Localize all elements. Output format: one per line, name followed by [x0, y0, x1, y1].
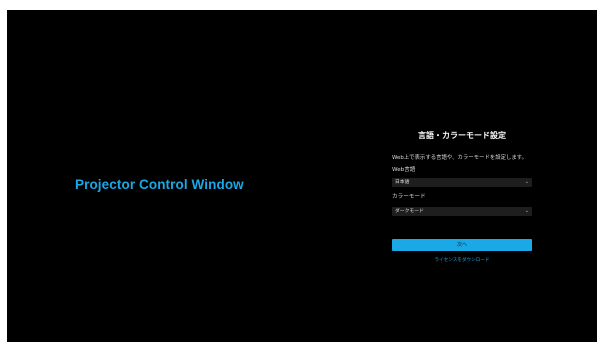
- language-select-value: 日本語: [395, 180, 410, 185]
- app-title: Projector Control Window: [75, 177, 244, 192]
- language-color-settings-panel: 言語・カラーモード設定 Web上で表示する言語や、カラーモードを設定します。 W…: [392, 130, 532, 265]
- color-mode-select-value: ダークモード: [395, 209, 424, 214]
- settings-title: 言語・カラーモード設定: [418, 131, 506, 140]
- app-screen: Projector Control Window 言語・カラーモード設定 Web…: [7, 10, 597, 342]
- language-select[interactable]: 日本語 ⌄: [392, 178, 532, 187]
- settings-description: Web上で表示する言語や、カラーモードを設定します。: [392, 155, 528, 161]
- chevron-down-icon: ⌄: [524, 179, 529, 185]
- color-mode-label: カラーモード: [392, 194, 426, 200]
- next-button[interactable]: 次へ: [392, 239, 532, 251]
- color-mode-select[interactable]: ダークモード ⌄: [392, 207, 532, 216]
- license-download-link[interactable]: ライセンスをダウンロード: [392, 257, 532, 265]
- language-label: Web言語: [392, 167, 416, 173]
- chevron-down-icon: ⌄: [524, 208, 529, 214]
